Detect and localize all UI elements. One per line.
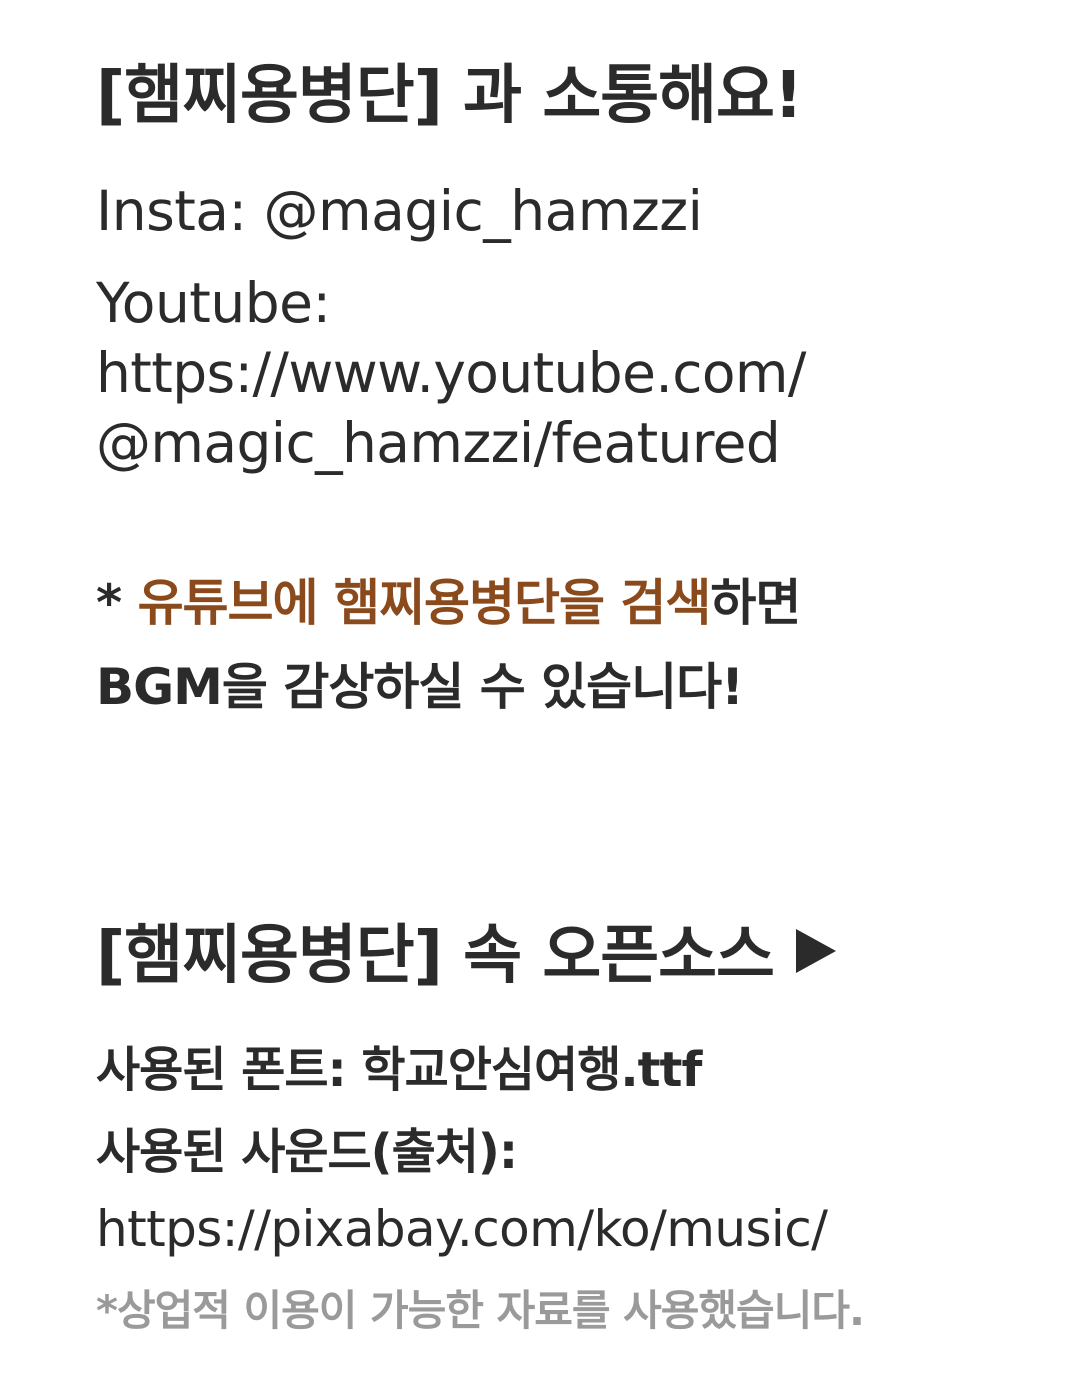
license-disclaimer: *상업적 이용이 가능한 자료를 사용했습니다.: [96, 1286, 865, 1335]
bgm-note-line-2: BGM을 감상하실 수 있습니다!: [96, 658, 744, 716]
bgm-note-line-1: * 유튜브에 햄찌용병단을 검색하면: [96, 578, 801, 628]
play-triangle-icon: [795, 929, 836, 973]
open-source-heading: [햄찌용병단] 속 오픈소스: [96, 924, 836, 988]
font-used: 사용된 폰트: 학교안심여행.ttf: [96, 1042, 702, 1098]
bgm-note-suffix: 하면: [710, 574, 801, 632]
open-source-title: [햄찌용병단] 속 오픈소스: [96, 919, 775, 993]
youtube-url-line-2[interactable]: @magic_hamzzi/featured: [96, 416, 781, 471]
bgm-note-prefix: *: [96, 574, 138, 632]
pixabay-url[interactable]: https://pixabay.com/ko/music/: [96, 1204, 828, 1254]
bgm-note-highlight: 유튜브에 햄찌용병단을 검색: [137, 574, 712, 632]
instagram-handle: Insta: @magic_hamzzi: [96, 179, 703, 243]
contact-heading: [햄찌용병단] 과 소통해요!: [96, 59, 803, 133]
youtube-label: Youtube:: [96, 271, 331, 335]
sound-used-label: 사용된 사운드(출처):: [96, 1124, 518, 1180]
youtube-url-line-1[interactable]: https://www.youtube.com/: [96, 346, 806, 401]
